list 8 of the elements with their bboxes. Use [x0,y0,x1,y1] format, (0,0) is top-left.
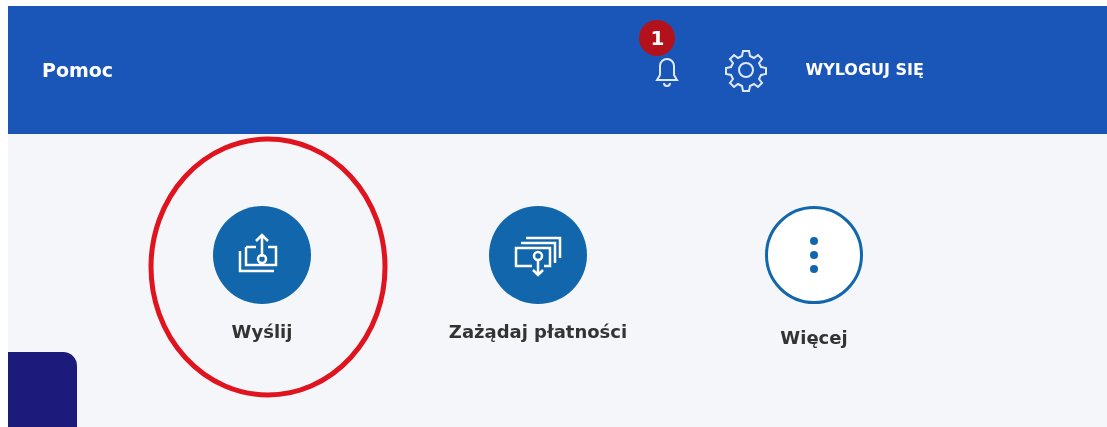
logout-button[interactable]: WYLOGUJ SIĘ [805,58,924,82]
help-link[interactable]: Pomoc [42,55,114,85]
action-button[interactable]: Więcej [676,206,952,351]
more-icon [809,235,819,275]
action-button[interactable]: Zażądaj płatności [400,206,676,351]
action-button[interactable]: Wyślij [124,206,400,351]
settings-icon[interactable] [723,47,770,93]
notification-count: 1 [639,20,676,56]
